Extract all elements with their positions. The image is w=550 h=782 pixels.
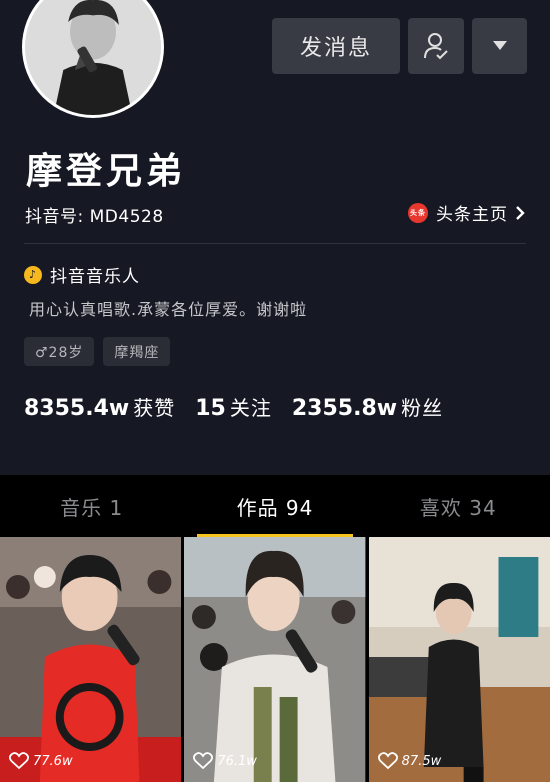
- caret-down-icon: [492, 41, 507, 50]
- heart-icon: [377, 752, 398, 770]
- profile-tags: ♂28岁 摩羯座: [24, 337, 171, 366]
- toutiao-link-label: 头条主页: [436, 205, 508, 225]
- toutiao-homepage-link[interactable]: 头条 头条主页: [408, 200, 526, 225]
- profile-name: 摩登兄弟: [26, 151, 187, 192]
- zodiac-tag: 摩羯座: [103, 337, 171, 366]
- follow-status-button[interactable]: [408, 18, 464, 74]
- video-likes-count: 76.1w: [217, 753, 257, 769]
- avatar-photo: [25, 0, 161, 115]
- video-likes-count: 87.5w: [401, 753, 442, 769]
- video-likes: 87.5w: [377, 752, 442, 770]
- more-button[interactable]: [472, 18, 527, 74]
- heart-icon: [9, 752, 29, 770]
- video-thumbnail[interactable]: 87.5w: [368, 537, 550, 782]
- tab-music[interactable]: 音乐 1: [0, 475, 183, 537]
- toutiao-logo: 头条: [408, 202, 428, 223]
- tab-works[interactable]: 作品 94: [183, 475, 366, 537]
- divider: [24, 243, 526, 244]
- video-grid: 77.6w 76.1w 87.5w: [0, 537, 550, 782]
- video-thumbnail-image: [0, 537, 182, 782]
- likes-stat: 8355.4w 获赞: [24, 392, 175, 421]
- video-likes-count: 77.6w: [33, 753, 73, 769]
- music-note-icon: ♪: [24, 265, 42, 284]
- bio: 用心认真唱歌.承蒙各位厚爱。谢谢啦: [29, 300, 308, 319]
- following-count: 15: [195, 396, 226, 421]
- following-label: 关注: [229, 396, 272, 420]
- followers-label: 粉丝: [401, 396, 444, 420]
- followers-stat[interactable]: 2355.8w 粉丝: [292, 392, 443, 421]
- video-thumbnail[interactable]: 76.1w: [184, 537, 366, 782]
- tab-likes[interactable]: 喜欢 34: [367, 475, 550, 537]
- chevron-right-icon: [516, 205, 525, 220]
- send-message-label: 发消息: [299, 36, 372, 61]
- profile-stats: 8355.4w 获赞 15 关注 2355.8w 粉丝: [24, 392, 463, 421]
- send-message-button[interactable]: 发消息: [272, 18, 400, 74]
- age-gender-tag: ♂28岁: [24, 337, 95, 366]
- following-stat[interactable]: 15 关注: [195, 392, 272, 421]
- video-thumbnail-image: [368, 537, 550, 782]
- video-thumbnail[interactable]: 77.6w: [0, 537, 182, 782]
- content-tabs: 音乐 1 作品 94 喜欢 34: [0, 475, 550, 537]
- video-likes: 76.1w: [193, 752, 257, 770]
- douyin-id: 抖音号: MD4528: [25, 207, 164, 227]
- badge-label: 抖音音乐人: [50, 267, 140, 287]
- video-thumbnail-image: [184, 537, 366, 782]
- video-likes: 77.6w: [9, 752, 73, 770]
- followers-count: 2355.8w: [291, 396, 398, 421]
- heart-icon: [193, 752, 214, 770]
- likes-label: 获赞: [133, 396, 176, 420]
- avatar[interactable]: [22, 0, 164, 118]
- musician-badge: ♪ 抖音音乐人: [24, 262, 140, 287]
- likes-count: 8355.4w: [24, 396, 130, 421]
- user-check-icon: [424, 33, 448, 60]
